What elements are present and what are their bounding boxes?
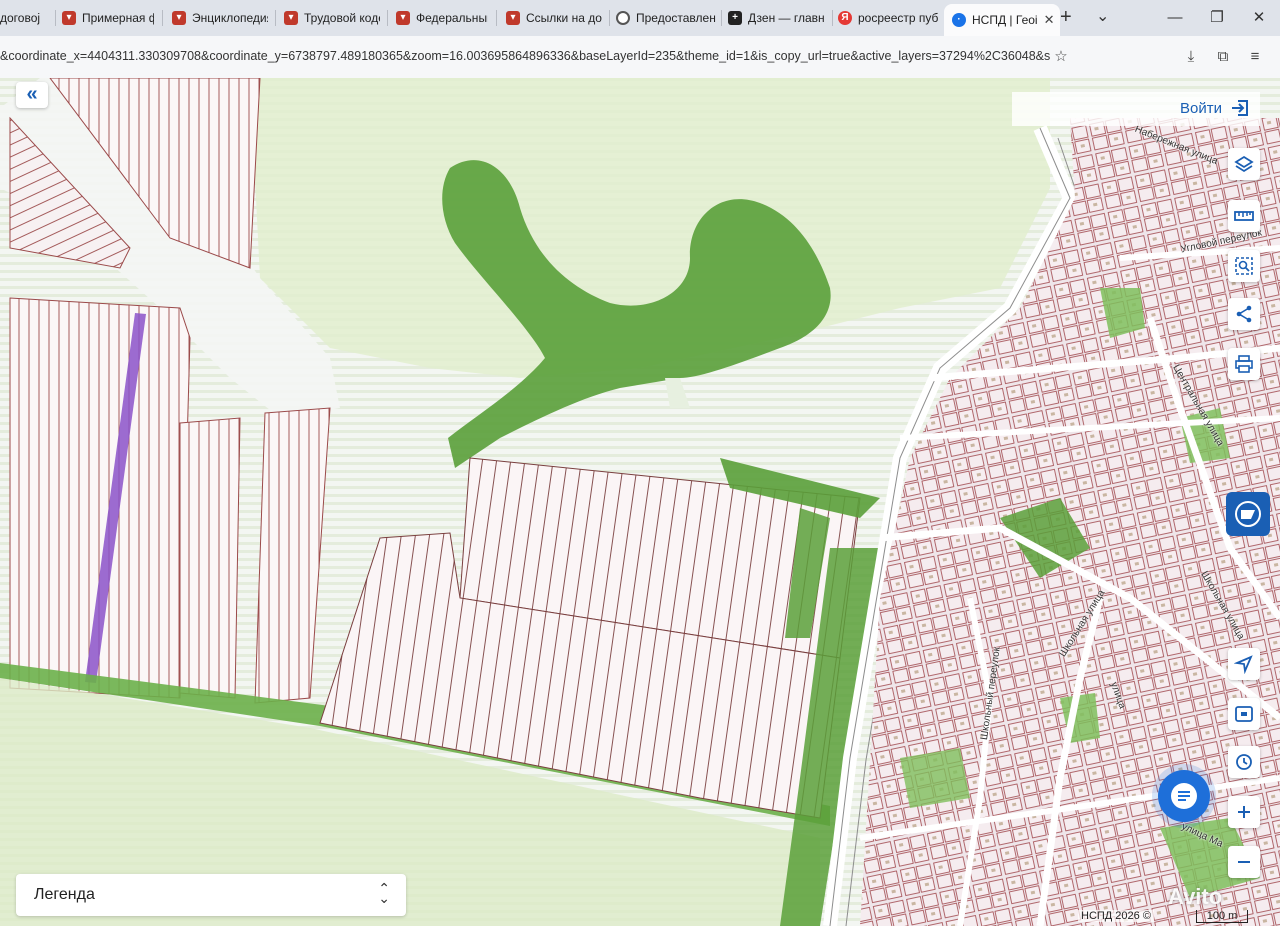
ruler-button[interactable]: [1228, 200, 1260, 232]
download-icon[interactable]: ⤓: [1180, 46, 1202, 68]
yandex-icon: Я: [838, 11, 852, 25]
tab-label: Предоставлени: [636, 11, 716, 25]
tab-separator: [387, 10, 388, 26]
scale-bar: 100 m: [1196, 910, 1248, 923]
zoom-in-button[interactable]: [1228, 796, 1260, 828]
search-area-button[interactable]: [1228, 250, 1260, 282]
history-button[interactable]: [1228, 746, 1260, 778]
target-icon: [616, 11, 630, 25]
plus-square-icon: +: [728, 11, 742, 25]
tab-label: Примерная фс: [82, 11, 154, 25]
print-button[interactable]: [1228, 348, 1260, 380]
layers-icon: [1234, 155, 1254, 173]
tab-3[interactable]: ▾ Трудовой коде: [284, 4, 380, 32]
tab-separator: [832, 10, 833, 26]
chat-button[interactable]: [1158, 770, 1210, 822]
tab-9-active[interactable]: · НСПД | Геоі ✕: [944, 4, 1060, 36]
print-icon: [1235, 355, 1253, 373]
menu-icon[interactable]: ≡: [1244, 46, 1266, 68]
tab-label: Трудовой коде: [304, 11, 380, 25]
ruler-icon: [1234, 211, 1254, 221]
login-label: Войти: [1180, 99, 1222, 117]
address-bar: &coordinate_x=4404311.330309708&coordina…: [0, 36, 1280, 79]
history-icon: [1236, 754, 1252, 770]
chevron-updown-icon: ⌃ ⌄: [378, 880, 390, 906]
gosuslugi-button[interactable]: [1226, 492, 1270, 536]
tab-8[interactable]: Я росреестр пуб: [838, 4, 938, 32]
flag-icon: ▾: [172, 11, 186, 25]
browser-tab-bar: договој ▾ Примерная фс ▾ Энциклопедия ▾ …: [0, 0, 1280, 36]
legend-label: Легенда: [34, 886, 95, 903]
tab-separator: [55, 10, 56, 26]
legend-dropdown[interactable]: Легенда ⌃ ⌄: [16, 874, 406, 916]
tab-label: Ссылки на док: [526, 11, 602, 25]
map-canvas: [0, 78, 1280, 926]
tab-separator: [609, 10, 610, 26]
window-controls: — ❐ ✕: [1154, 0, 1280, 36]
tab-separator: [496, 10, 497, 26]
tab-label: Федеральный: [416, 11, 488, 25]
tab-7[interactable]: + Дзен — главна: [728, 4, 824, 32]
locate-button[interactable]: [1228, 648, 1260, 680]
tab-label: росреестр пуб: [858, 11, 938, 25]
login-icon: [1232, 100, 1248, 116]
share-button[interactable]: [1228, 298, 1260, 330]
tab-label: Дзен — главна: [748, 11, 824, 25]
chat-icon: [1171, 783, 1197, 809]
collapse-panel-button[interactable]: «: [16, 82, 48, 108]
flag-icon: ▾: [506, 11, 520, 25]
tab-label: договој: [0, 11, 41, 25]
zoom-out-button[interactable]: [1228, 846, 1260, 878]
locate-icon: [1234, 655, 1253, 674]
url-input[interactable]: &coordinate_x=4404311.330309708&coordina…: [0, 49, 1050, 63]
select-area-icon: [1235, 706, 1253, 722]
share-icon: [1236, 305, 1252, 323]
layers-button[interactable]: [1228, 148, 1260, 180]
close-tab-icon[interactable]: ✕: [1044, 12, 1055, 28]
new-tab-button[interactable]: +: [1060, 6, 1072, 29]
restore-icon[interactable]: ❐: [1196, 0, 1238, 36]
tab-0[interactable]: договој: [0, 4, 52, 32]
tab-separator: [275, 10, 276, 26]
close-window-icon[interactable]: ✕: [1238, 0, 1280, 36]
tab-separator: [162, 10, 163, 26]
zoom-out-icon: [1238, 861, 1250, 863]
search-area-icon: [1235, 257, 1253, 275]
tab-6[interactable]: Предоставлени: [616, 4, 716, 32]
tab-label: Энциклопедия: [192, 11, 268, 25]
map-icon: ·: [952, 13, 966, 27]
flag-icon: ▾: [284, 11, 298, 25]
tab-5[interactable]: ▾ Ссылки на док: [506, 4, 602, 32]
tab-2[interactable]: ▾ Энциклопедия: [172, 4, 268, 32]
gosuslugi-icon: [1235, 501, 1261, 527]
tab-label: НСПД | Геоі: [972, 13, 1038, 27]
zoom-in-icon: [1238, 806, 1250, 818]
avito-watermark: Avito: [1168, 884, 1223, 909]
tab-4[interactable]: ▾ Федеральный: [396, 4, 488, 32]
minimize-icon[interactable]: —: [1154, 0, 1196, 36]
flag-icon: ▾: [62, 11, 76, 25]
tab-list-button[interactable]: ⌄: [1096, 6, 1109, 26]
top-right-bar: Войти: [1012, 92, 1260, 126]
login-button[interactable]: Войти: [1180, 99, 1250, 117]
flag-icon: ▾: [396, 11, 410, 25]
bookmark-star-icon[interactable]: ☆: [1050, 46, 1072, 68]
select-area-button[interactable]: [1228, 698, 1260, 730]
extensions-icon[interactable]: ⧉: [1212, 46, 1234, 68]
tab-1[interactable]: ▾ Примерная фс: [62, 4, 154, 32]
tab-separator: [721, 10, 722, 26]
map-attribution: НСПД 2026 ©: [1078, 910, 1154, 922]
cadastral-map[interactable]: Набережная улица Угловой переулок Центра…: [0, 78, 1280, 926]
